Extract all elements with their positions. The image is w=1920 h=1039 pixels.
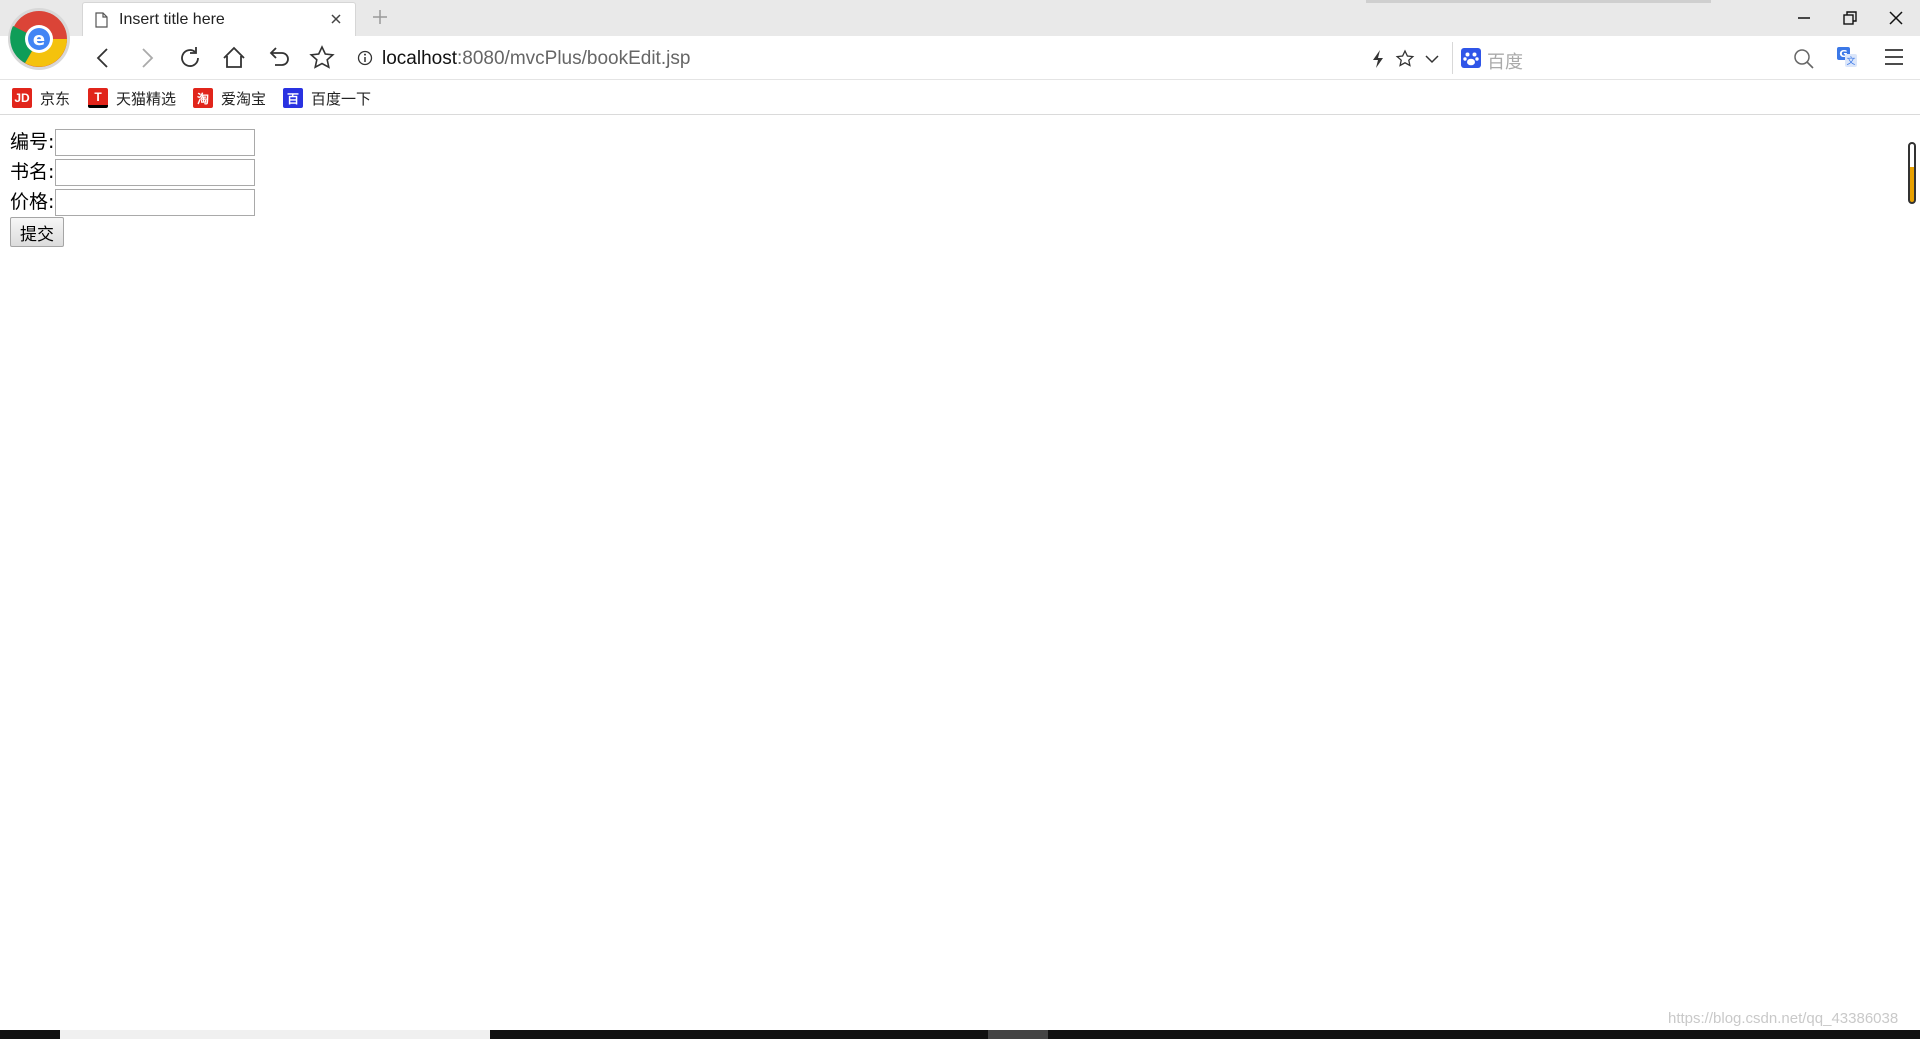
search-placeholder: 百度 (1487, 52, 1523, 72)
close-tab-icon[interactable] (327, 10, 345, 28)
taskbar (0, 1030, 1920, 1039)
favorite-icon[interactable] (1395, 49, 1415, 69)
name-label: 书名: (10, 161, 55, 183)
price-input[interactable] (55, 188, 256, 216)
lightning-icon[interactable] (1369, 49, 1387, 69)
address-url: localhost:8080/mvcPlus/bookEdit.jsp (382, 48, 690, 70)
menu-icon[interactable] (1884, 47, 1904, 67)
new-tab-icon[interactable] (370, 7, 390, 27)
back-icon[interactable] (90, 44, 118, 72)
title-bar-shadow (1366, 0, 1711, 3)
page-content: 编号: 书名: 价格: 提交 (0, 116, 1920, 1030)
price-row: 价格: (10, 187, 256, 217)
restore-button[interactable] (1830, 4, 1870, 32)
bookmark-taobao[interactable]: 淘 爱淘宝 (193, 87, 266, 109)
taskbar-item[interactable] (988, 1030, 1048, 1039)
bookmark-label: 爱淘宝 (221, 90, 267, 108)
info-icon[interactable] (357, 50, 373, 66)
id-row: 编号: (10, 127, 256, 157)
tab-active[interactable]: Insert title here (82, 2, 356, 36)
forward-icon[interactable] (132, 44, 160, 72)
taobao-icon: 淘 (193, 88, 213, 108)
taskbar-active-item[interactable] (60, 1030, 490, 1039)
translate-icon[interactable]: G 文 (1836, 46, 1858, 68)
chevron-down-icon[interactable] (1424, 52, 1440, 66)
svg-text:文: 文 (1846, 55, 1855, 67)
id-input[interactable] (55, 128, 256, 156)
name-row: 书名: (10, 157, 256, 187)
watermark: https://blog.csdn.net/qq_43386038 (1668, 1010, 1899, 1027)
jd-icon: JD (12, 88, 32, 108)
tmall-icon: T (88, 88, 108, 108)
search-icon[interactable] (1793, 48, 1815, 70)
submit-button[interactable]: 提交 (10, 217, 64, 247)
close-window-button[interactable] (1876, 4, 1916, 32)
search-box[interactable]: 百度 (1452, 42, 1820, 74)
document-icon (95, 12, 108, 28)
bookmark-star-icon[interactable] (308, 44, 336, 72)
undo-close-icon[interactable] (264, 44, 292, 72)
book-edit-form: 编号: 书名: 价格: 提交 (10, 127, 256, 247)
bookmark-label: 天猫精选 (116, 90, 177, 108)
tab-title: Insert title here (119, 11, 225, 28)
bookmark-label: 百度一下 (311, 90, 372, 108)
bookmark-tmall[interactable]: T 天猫精选 (88, 87, 176, 109)
url-host: localhost (382, 48, 457, 69)
bookmark-jd[interactable]: JD 京东 (12, 87, 70, 109)
id-label: 编号: (10, 131, 55, 153)
address-bar[interactable]: localhost:8080/mvcPlus/bookEdit.jsp (350, 42, 1440, 74)
svg-text:e: e (33, 29, 45, 50)
title-bar: Insert title here (0, 0, 1920, 36)
baidu-paw-icon (1461, 48, 1481, 68)
restore-icon (1843, 11, 1857, 25)
close-icon (1889, 11, 1903, 25)
url-path: :8080/mvcPlus/bookEdit.jsp (457, 48, 691, 69)
bookmark-baidu[interactable]: 百 百度一下 (283, 87, 371, 109)
navigation-toolbar: localhost:8080/mvcPlus/bookEdit.jsp 百度 G… (0, 36, 1920, 80)
bookmark-label: 京东 (40, 90, 71, 108)
minimize-button[interactable] (1784, 4, 1824, 32)
browser-logo-icon: e (8, 8, 70, 70)
name-input[interactable] (55, 158, 256, 186)
home-icon[interactable] (220, 44, 248, 72)
price-label: 价格: (10, 191, 55, 213)
baidu-icon: 百 (283, 88, 303, 108)
minimize-icon (1798, 17, 1810, 19)
reload-icon[interactable] (176, 44, 204, 72)
bookmarks-bar: JD 京东 T 天猫精选 淘 爱淘宝 百 百度一下 (0, 81, 1920, 115)
scroll-indicator[interactable] (1908, 142, 1916, 204)
